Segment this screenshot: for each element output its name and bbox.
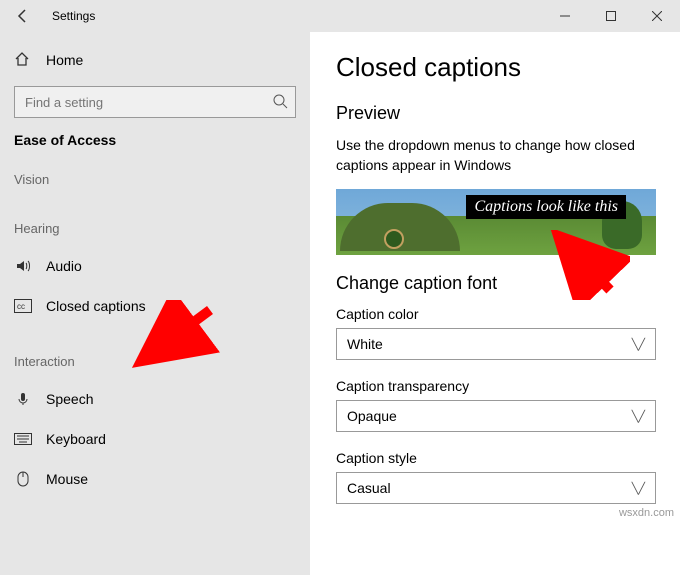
caption-preview: Captions look like this xyxy=(336,189,656,255)
search-wrap xyxy=(14,86,296,118)
titlebar: Settings xyxy=(0,0,680,32)
minimize-icon xyxy=(560,11,570,21)
content-pane: Closed captions Preview Use the dropdown… xyxy=(310,32,680,575)
category-vision: Vision xyxy=(0,172,310,187)
microphone-icon xyxy=(14,391,32,407)
back-button[interactable] xyxy=(0,0,46,32)
chevron-down-icon: ╲╱ xyxy=(632,482,645,495)
minimize-button[interactable] xyxy=(542,0,588,32)
nav-audio[interactable]: Audio xyxy=(0,246,310,286)
closed-captions-icon: cc xyxy=(14,299,32,313)
window-controls xyxy=(542,0,680,32)
caption-style-label: Caption style xyxy=(336,450,654,466)
mouse-icon xyxy=(14,471,32,487)
arrow-left-icon xyxy=(15,8,31,24)
close-icon xyxy=(652,11,662,21)
caption-color-select[interactable]: White ╲╱ xyxy=(336,328,656,360)
caption-color-label: Caption color xyxy=(336,306,654,322)
caption-style-select[interactable]: Casual ╲╱ xyxy=(336,472,656,504)
chevron-down-icon: ╲╱ xyxy=(632,338,645,351)
caption-transparency-label: Caption transparency xyxy=(336,378,654,394)
maximize-icon xyxy=(606,11,616,21)
nav-speech-label: Speech xyxy=(46,391,93,407)
nav-audio-label: Audio xyxy=(46,258,82,274)
chevron-down-icon: ╲╱ xyxy=(632,410,645,423)
sidebar: Home Ease of Access Vision Hearing Audio… xyxy=(0,32,310,575)
page-heading: Closed captions xyxy=(336,52,654,83)
window-title: Settings xyxy=(52,9,95,23)
audio-icon xyxy=(14,258,32,274)
nav-mouse[interactable]: Mouse xyxy=(0,459,310,499)
font-heading: Change caption font xyxy=(336,273,654,294)
home-nav[interactable]: Home xyxy=(0,42,310,78)
caption-style-value: Casual xyxy=(347,480,391,496)
nav-closed-captions-label: Closed captions xyxy=(46,298,146,314)
home-label: Home xyxy=(46,52,83,68)
nav-closed-captions[interactable]: cc Closed captions xyxy=(0,286,310,326)
preview-description: Use the dropdown menus to change how clo… xyxy=(336,136,654,175)
caption-transparency-select[interactable]: Opaque ╲╱ xyxy=(336,400,656,432)
maximize-button[interactable] xyxy=(588,0,634,32)
category-interaction: Interaction xyxy=(0,354,310,369)
caption-color-value: White xyxy=(347,336,383,352)
svg-text:cc: cc xyxy=(17,302,25,311)
preview-heading: Preview xyxy=(336,103,654,124)
category-hearing: Hearing xyxy=(0,221,310,236)
close-button[interactable] xyxy=(634,0,680,32)
search-input[interactable] xyxy=(14,86,296,118)
nav-keyboard[interactable]: Keyboard xyxy=(0,419,310,459)
search-icon xyxy=(272,93,288,114)
group-title: Ease of Access xyxy=(0,132,310,148)
nav-keyboard-label: Keyboard xyxy=(46,431,106,447)
nav-mouse-label: Mouse xyxy=(46,471,88,487)
nav-speech[interactable]: Speech xyxy=(0,379,310,419)
home-icon xyxy=(14,51,32,70)
watermark: wsxdn.com xyxy=(619,507,674,519)
caption-sample: Captions look like this xyxy=(466,195,626,219)
keyboard-icon xyxy=(14,433,32,445)
caption-transparency-value: Opaque xyxy=(347,408,397,424)
